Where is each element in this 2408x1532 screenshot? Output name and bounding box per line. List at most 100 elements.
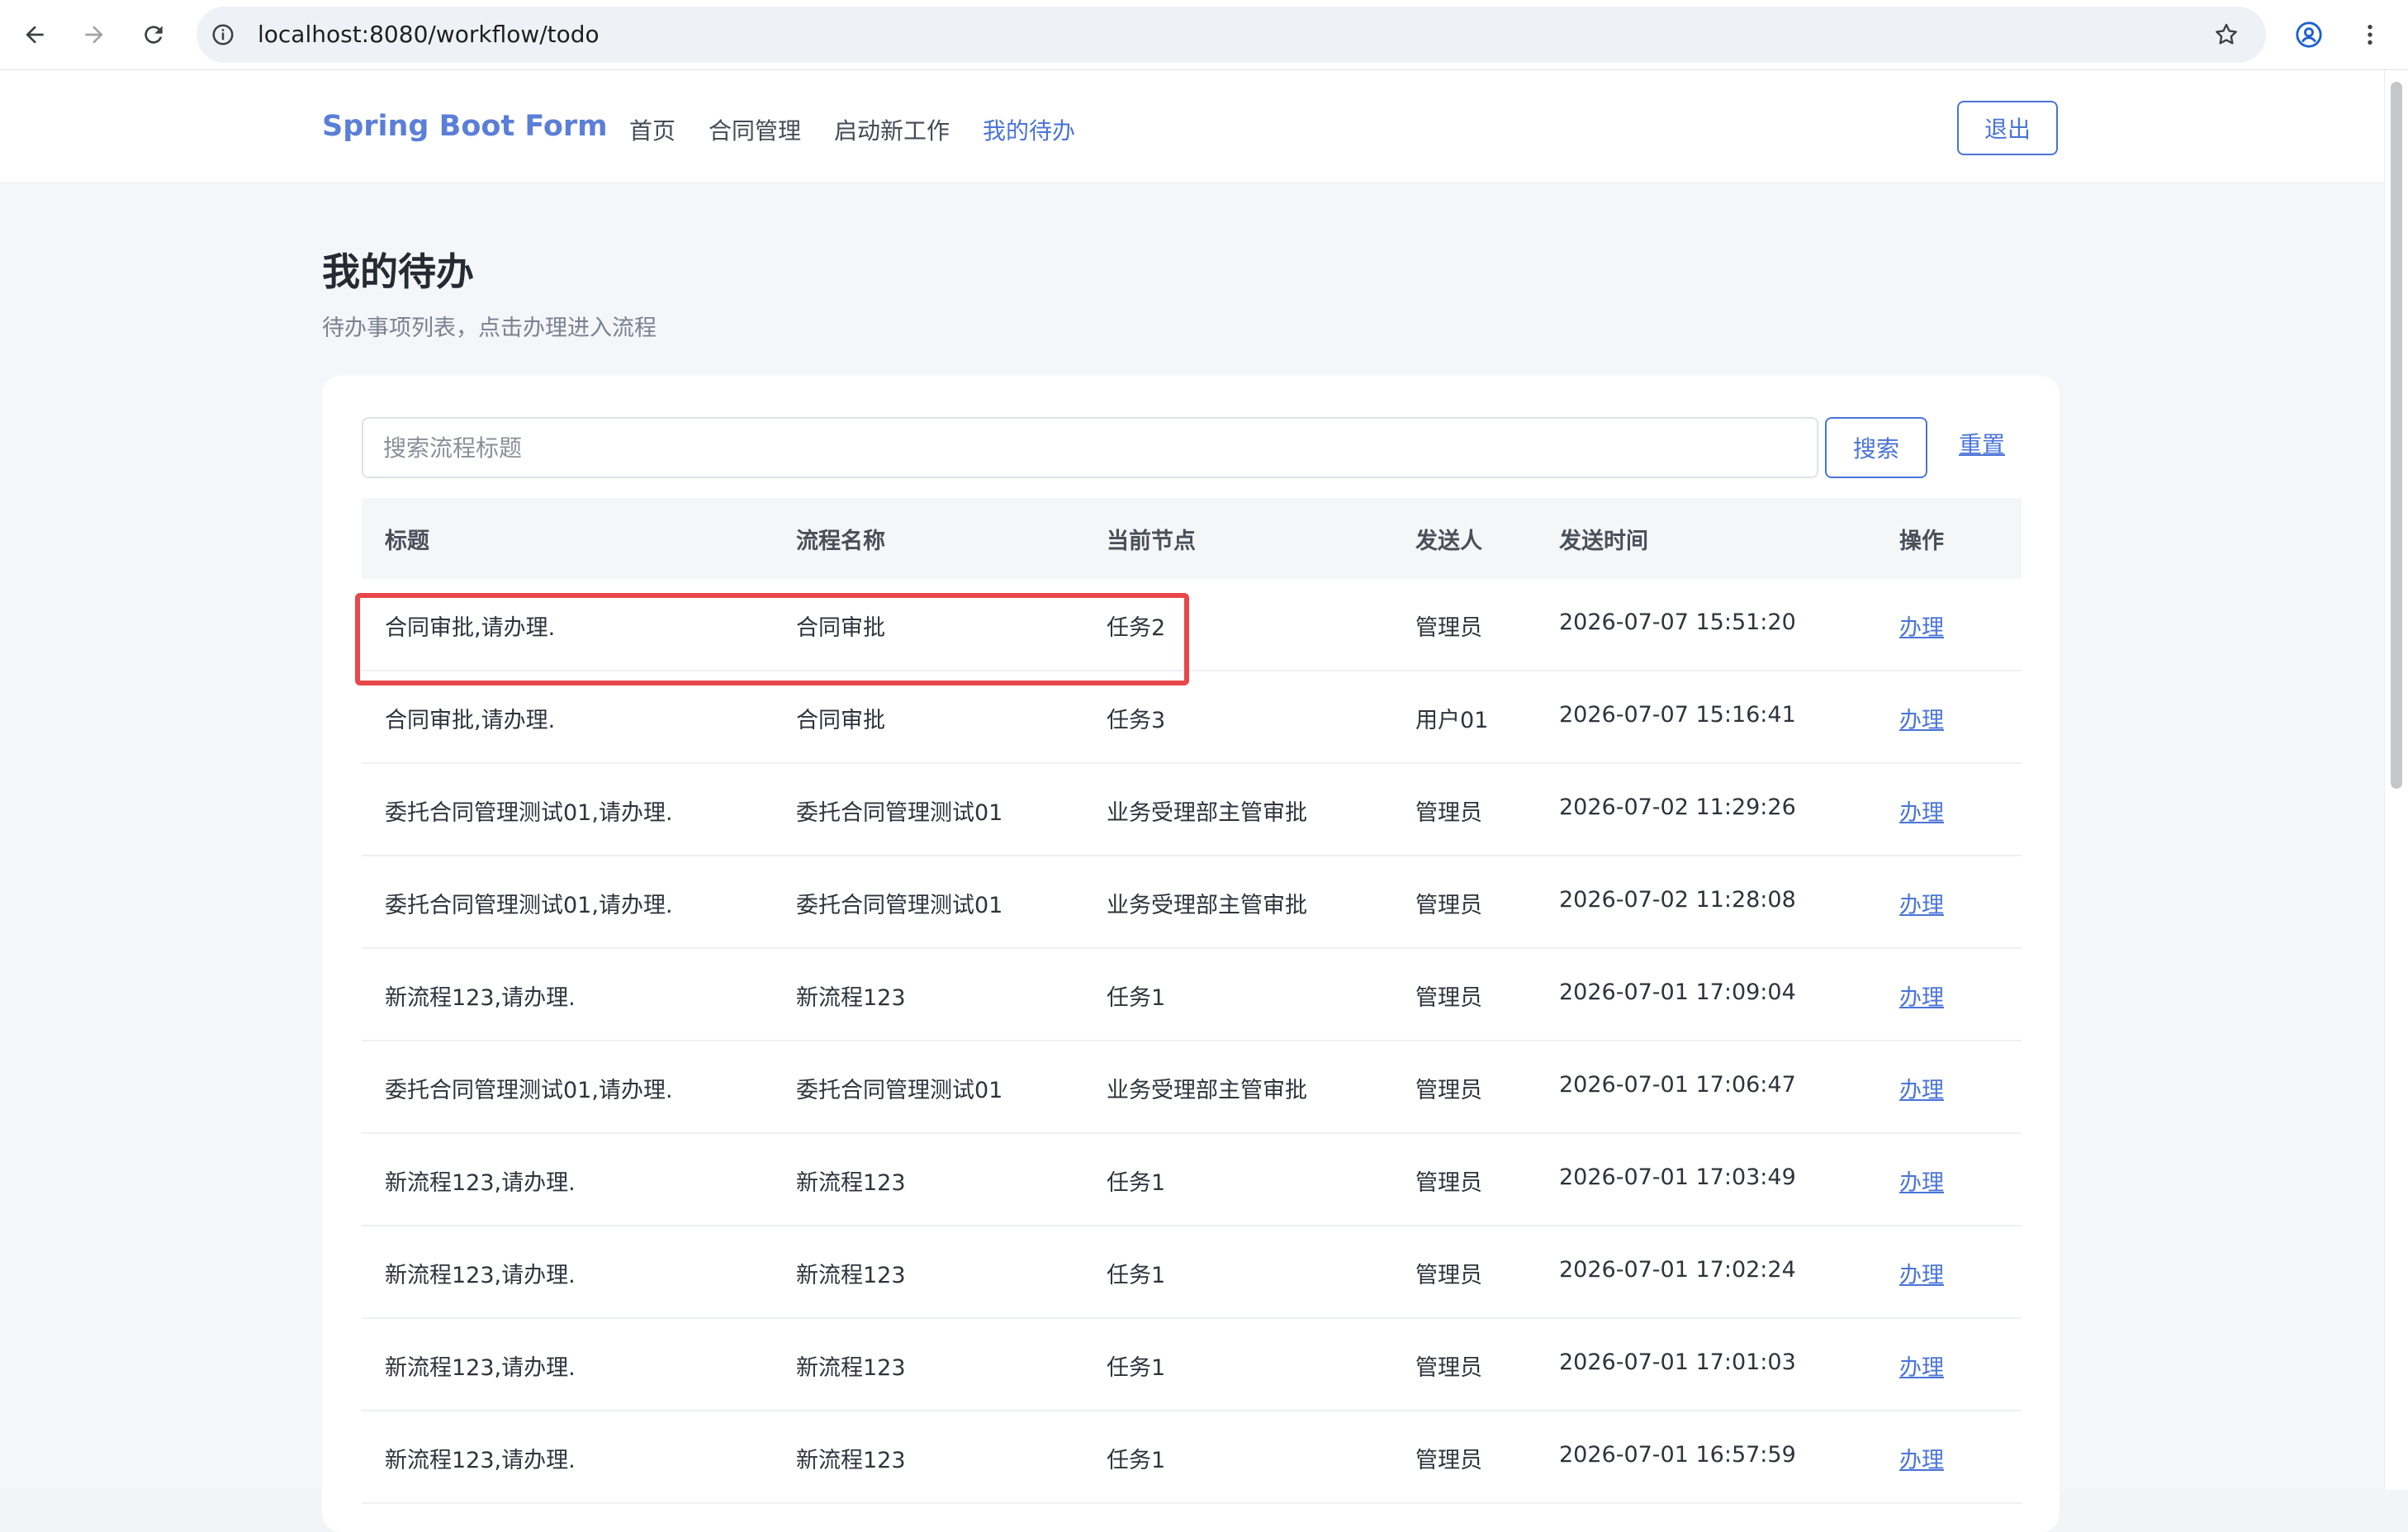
table-row: 新流程123,请办理. 新流程123 任务1 管理员 2026-07-01 17:09:…: [362, 949, 2022, 1041]
row-node: 任务1: [1107, 1355, 1166, 1381]
search-input[interactable]: [362, 417, 1818, 478]
row-node: 任务1: [1107, 1263, 1166, 1288]
column-header-title: 标题: [385, 529, 429, 554]
profile-icon: [2296, 21, 2322, 48]
forward-arrow-icon: [85, 26, 103, 44]
bookmark-star-icon[interactable]: [2211, 20, 2241, 50]
row-process: 新流程123: [796, 1448, 906, 1473]
handle-link[interactable]: 办理: [1899, 609, 1944, 642]
nav-item-start-workflow[interactable]: 启动新工作: [834, 113, 950, 146]
row-time: 2026-07-02 11:28:08: [1559, 887, 1796, 913]
table-header: 标题 流程名称 当前节点 发送人 发送时间 操作: [362, 498, 2022, 579]
row-sender: 管理员: [1415, 615, 1482, 641]
row-time: 2026-07-02 11:29:26: [1559, 794, 1796, 820]
row-title: 新流程123,请办理.: [385, 1170, 576, 1196]
table-row: 新流程123,请办理. 新流程123 任务1 管理员 2026-07-01 16:57:…: [362, 1411, 2022, 1504]
handle-link[interactable]: 办理: [1899, 887, 1944, 919]
site-info-icon[interactable]: [208, 20, 238, 50]
browser-toolbar: localhost:8080/workflow/todo: [0, 0, 2408, 70]
table-row: 委托合同管理测试01,请办理. 委托合同管理测试01 业务受理部主管审批 管理员 202…: [362, 856, 2022, 949]
url-text[interactable]: localhost:8080/workflow/todo: [258, 19, 600, 50]
column-header-sender: 发送人: [1415, 529, 1482, 554]
row-sender: 管理员: [1415, 1448, 1482, 1473]
handle-link[interactable]: 办理: [1899, 979, 1944, 1012]
scrollbar-thumb[interactable]: [2391, 82, 2402, 789]
column-header-action: 操作: [1899, 529, 1944, 554]
nav-item-my-todo[interactable]: 我的待办: [983, 113, 1075, 146]
row-sender: 管理员: [1415, 1170, 1482, 1196]
row-process: 新流程123: [796, 1263, 906, 1288]
reset-link[interactable]: 重置: [1959, 427, 2005, 460]
more-vert-icon: [2368, 25, 2372, 45]
row-time: 2026-07-01 17:09:04: [1559, 979, 1796, 1005]
page-title: 我的待办: [322, 249, 474, 294]
row-title: 新流程123,请办理.: [385, 1263, 576, 1288]
row-node: 业务受理部主管审批: [1107, 893, 1307, 918]
browser-menu-button[interactable]: [2352, 17, 2388, 53]
table-row: 新流程123,请办理. 新流程123 任务1 管理员 2026-07-01 17:02:…: [362, 1226, 2022, 1319]
row-node: 业务受理部主管审批: [1107, 800, 1307, 826]
todo-table: 标题 流程名称 当前节点 发送人 发送时间 操作 合同审批,请办理. 合同审批 任务…: [362, 498, 2022, 1504]
table-row: 合同审批,请办理. 合同审批 任务2 管理员 2026-07-07 15:51:20 办理: [362, 579, 2022, 671]
row-time: 2026-07-07 15:51:20: [1559, 609, 1796, 635]
handle-link[interactable]: 办理: [1899, 1349, 1944, 1382]
row-sender: 管理员: [1415, 985, 1482, 1011]
row-time: 2026-07-01 17:01:03: [1559, 1349, 1796, 1375]
site-header: Spring Boot Form 首页 合同管理 启动新工作 我的待办 退出: [0, 70, 2385, 183]
table-row: 委托合同管理测试01,请办理. 委托合同管理测试01 业务受理部主管审批 管理员 202…: [362, 764, 2022, 856]
row-title: 委托合同管理测试01,请办理.: [385, 800, 673, 826]
row-sender: 管理员: [1415, 800, 1482, 826]
row-time: 2026-07-01 16:57:59: [1559, 1442, 1796, 1468]
row-process: 合同审批: [796, 615, 885, 641]
row-process: 新流程123: [796, 1355, 906, 1381]
row-title: 新流程123,请办理.: [385, 985, 576, 1011]
row-sender: 用户01: [1415, 708, 1489, 733]
search-button[interactable]: 搜索: [1825, 417, 1927, 478]
profile-button[interactable]: [2291, 17, 2327, 53]
handle-link[interactable]: 办理: [1899, 1442, 1944, 1474]
row-node: 任务2: [1107, 615, 1166, 641]
row-process: 新流程123: [796, 1170, 906, 1196]
row-node: 业务受理部主管审批: [1107, 1078, 1307, 1103]
row-sender: 管理员: [1415, 1078, 1482, 1103]
brand-logo[interactable]: Spring Boot Form: [322, 110, 608, 143]
todo-card: 搜索 重置 标题 流程名称 当前节点 发送人 发送时间 操作 合同审批,请办理.…: [322, 376, 2060, 1532]
address-bar[interactable]: localhost:8080/workflow/todo: [197, 7, 2266, 63]
handle-link[interactable]: 办理: [1899, 1257, 1944, 1289]
table-row: 合同审批,请办理. 合同审批 任务3 用户01 2026-07-07 15:16:41 办…: [362, 671, 2022, 764]
back-arrow-icon: [26, 26, 44, 44]
nav-item-home[interactable]: 首页: [629, 113, 675, 146]
reload-icon: [145, 26, 163, 44]
forward-button[interactable]: [76, 17, 112, 53]
row-process: 合同审批: [796, 708, 885, 733]
column-header-time: 发送时间: [1559, 529, 1648, 554]
handle-link[interactable]: 办理: [1899, 702, 1944, 734]
row-sender: 管理员: [1415, 1355, 1482, 1381]
handle-link[interactable]: 办理: [1899, 1164, 1944, 1197]
row-sender: 管理员: [1415, 1263, 1482, 1288]
back-button[interactable]: [17, 17, 53, 53]
row-title: 合同审批,请办理.: [385, 708, 556, 733]
handle-link[interactable]: 办理: [1899, 794, 1944, 827]
logout-button[interactable]: 退出: [1957, 101, 2058, 155]
row-process: 委托合同管理测试01: [796, 893, 1003, 918]
reload-button[interactable]: [135, 17, 172, 53]
row-title: 委托合同管理测试01,请办理.: [385, 893, 673, 918]
table-body: 合同审批,请办理. 合同审批 任务2 管理员 2026-07-07 15:51:20 办理…: [362, 579, 2022, 1504]
column-header-process: 流程名称: [796, 529, 885, 554]
column-header-node: 当前节点: [1107, 529, 1196, 554]
nav-item-contracts[interactable]: 合同管理: [709, 113, 801, 146]
page-viewport: Spring Boot Form 首页 合同管理 启动新工作 我的待办 退出 我…: [0, 70, 2385, 1532]
handle-link[interactable]: 办理: [1899, 1072, 1944, 1104]
row-time: 2026-07-07 15:16:41: [1559, 702, 1796, 728]
row-title: 委托合同管理测试01,请办理.: [385, 1078, 673, 1103]
main-nav: 首页 合同管理 启动新工作 我的待办: [629, 113, 1075, 146]
table-row: 委托合同管理测试01,请办理. 委托合同管理测试01 业务受理部主管审批 管理员 202…: [362, 1041, 2022, 1134]
row-title: 合同审批,请办理.: [385, 615, 556, 641]
page-subtitle: 待办事项列表，点击办理进入流程: [322, 315, 657, 341]
page-scrollbar[interactable]: [2384, 70, 2408, 1490]
row-node: 任务1: [1107, 1448, 1166, 1473]
row-process: 委托合同管理测试01: [796, 1078, 1003, 1103]
row-title: 新流程123,请办理.: [385, 1448, 576, 1473]
row-process: 新流程123: [796, 985, 906, 1011]
